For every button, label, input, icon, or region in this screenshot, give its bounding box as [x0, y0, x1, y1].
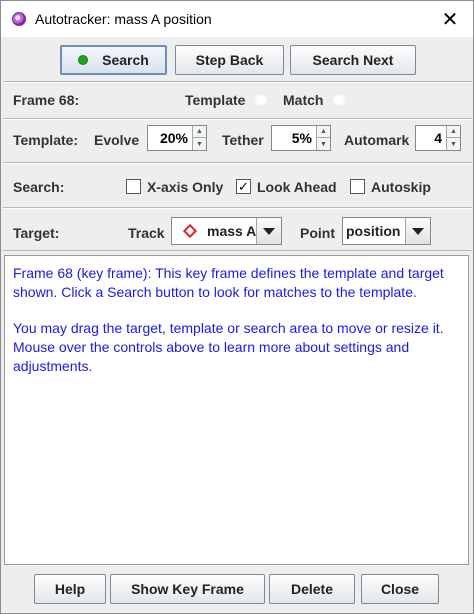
search-button-label: Search	[102, 52, 149, 68]
help-button-label: Help	[54, 581, 86, 597]
frame-label: Frame 68:	[13, 92, 80, 108]
x-axis-only-label[interactable]: X-axis Only	[147, 179, 223, 195]
show-key-frame-button[interactable]: Show Key Frame	[110, 574, 265, 604]
automark-spinner[interactable]: 4 ▲ ▼	[415, 125, 461, 151]
close-button-label: Close	[380, 581, 420, 597]
tether-value[interactable]: 5%	[272, 126, 315, 150]
red-diamond-icon	[182, 223, 198, 239]
divider	[3, 82, 472, 83]
autoskip-label[interactable]: Autoskip	[371, 179, 431, 195]
template-status-label: Template	[185, 92, 246, 108]
divider	[3, 119, 472, 120]
search-next-button-label: Search Next	[312, 52, 394, 68]
look-ahead-label[interactable]: Look Ahead	[257, 179, 337, 195]
help-button[interactable]: Help	[34, 574, 106, 604]
point-dropdown[interactable]: position	[342, 217, 431, 245]
look-ahead-checkbox[interactable]: ✓	[236, 179, 251, 194]
spinner-up-icon[interactable]: ▲	[446, 126, 460, 138]
spinner-up-icon[interactable]: ▲	[316, 126, 330, 138]
info-paragraph: You may drag the target, template or sea…	[13, 320, 444, 374]
show-key-frame-button-label: Show Key Frame	[131, 581, 244, 597]
spinner-down-icon[interactable]: ▼	[446, 138, 460, 150]
track-dropdown[interactable]: mass A	[171, 217, 282, 245]
autotracker-icon	[12, 12, 26, 26]
close-button[interactable]: Close	[361, 574, 439, 604]
template-row-label: Template:	[13, 132, 79, 148]
evolve-spinner[interactable]: 20% ▲ ▼	[147, 125, 207, 151]
divider	[3, 208, 472, 209]
divider	[3, 163, 472, 164]
search-row-label: Search:	[13, 179, 65, 195]
info-paragraph: Frame 68 (key frame): This key frame def…	[13, 265, 444, 300]
evolve-value[interactable]: 20%	[148, 126, 191, 150]
track-label: Track	[128, 225, 165, 241]
point-label: Point	[300, 225, 335, 241]
autoskip-checkbox[interactable]	[350, 179, 365, 194]
divider	[3, 250, 472, 251]
evolve-label: Evolve	[94, 132, 140, 148]
title-bar: Autotracker: mass A position ✕	[1, 1, 473, 37]
window-title: Autotracker: mass A position	[35, 11, 212, 27]
automark-label: Automark	[344, 132, 410, 148]
point-value: position	[346, 223, 401, 239]
spinner-up-icon[interactable]: ▲	[192, 126, 206, 138]
delete-button-label: Delete	[290, 581, 334, 597]
chevron-down-icon[interactable]	[405, 218, 430, 244]
template-indicator-icon	[254, 93, 268, 107]
info-text-area[interactable]: Frame 68 (key frame): This key frame def…	[4, 255, 469, 565]
search-button[interactable]: Search	[60, 45, 167, 75]
search-next-button[interactable]: Search Next	[290, 45, 416, 75]
automark-value[interactable]: 4	[416, 126, 445, 150]
spinner-down-icon[interactable]: ▼	[316, 138, 330, 150]
step-back-button[interactable]: Step Back	[175, 45, 284, 75]
delete-button[interactable]: Delete	[269, 574, 355, 604]
track-value: mass A	[207, 223, 257, 239]
step-back-button-label: Step Back	[195, 52, 264, 68]
match-indicator-icon	[332, 93, 346, 107]
match-status-label: Match	[283, 92, 324, 108]
chevron-down-icon[interactable]	[256, 218, 281, 244]
autotracker-window: Autotracker: mass A position ✕ Search St…	[0, 0, 474, 614]
tether-spinner[interactable]: 5% ▲ ▼	[271, 125, 331, 151]
spinner-down-icon[interactable]: ▼	[192, 138, 206, 150]
window-close-button[interactable]: ✕	[431, 5, 469, 33]
x-axis-only-checkbox[interactable]	[126, 179, 141, 194]
tether-label: Tether	[222, 132, 264, 148]
green-dot-icon	[78, 55, 89, 65]
target-row-label: Target:	[13, 225, 60, 241]
